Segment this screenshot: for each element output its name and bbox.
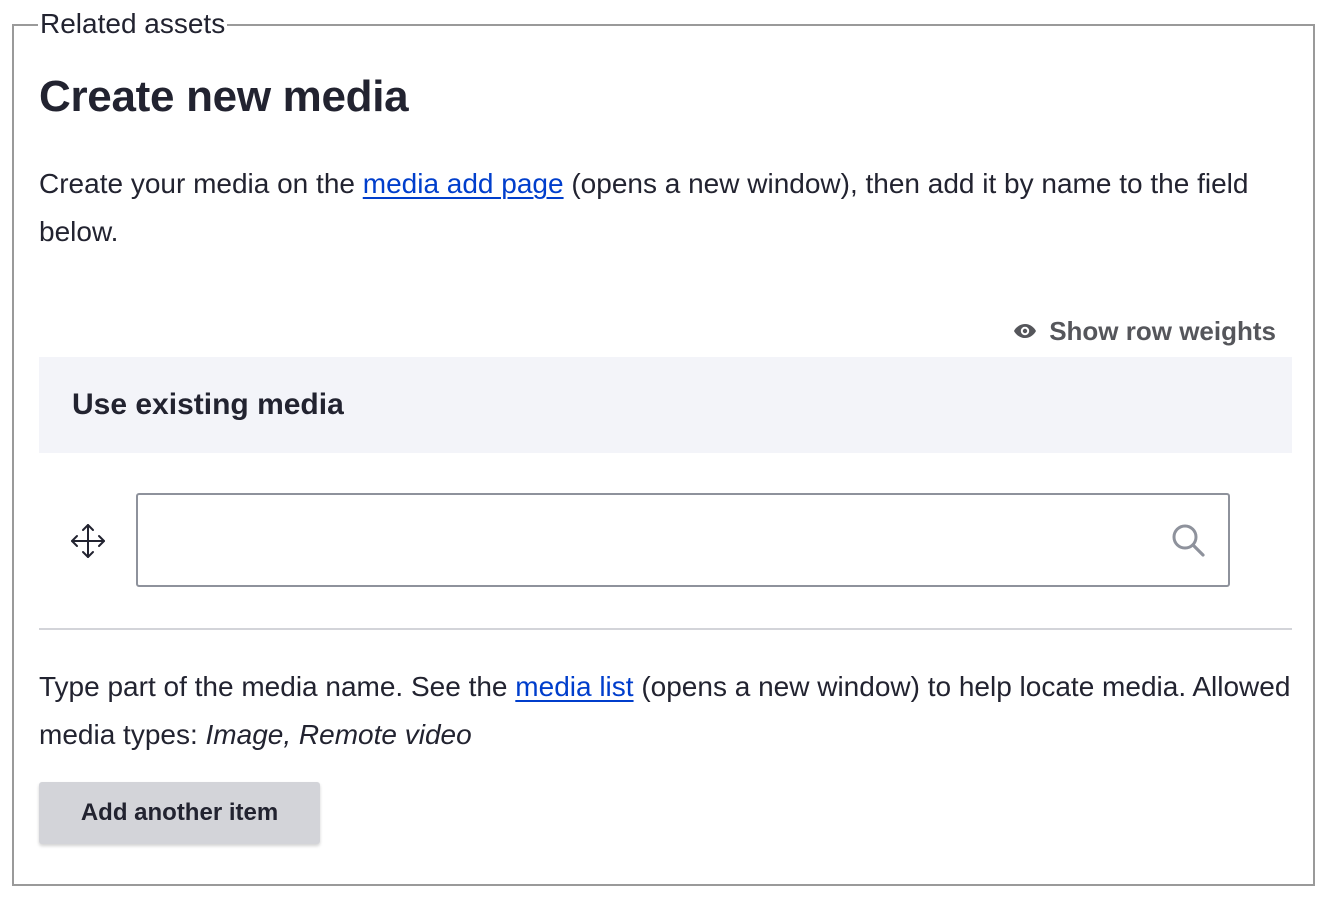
show-row-weights-button[interactable]: Show row weights (1013, 313, 1276, 349)
eye-icon (1014, 324, 1037, 338)
intro-text-before: Create your media on the (39, 168, 363, 199)
allowed-media-types: Image, Remote video (205, 719, 472, 750)
row-divider (39, 628, 1292, 630)
search-icon (1172, 524, 1205, 557)
fieldset-legend: Related assets (38, 7, 228, 41)
help-description: Type part of the media name. See the med… (39, 663, 1294, 759)
move-arrows-icon[interactable] (70, 523, 106, 559)
media-add-page-link[interactable]: media add page (363, 168, 564, 199)
media-list-link[interactable]: media list (515, 671, 633, 702)
add-another-item-button[interactable]: Add another item (39, 782, 320, 844)
table-header: Use existing media (39, 357, 1292, 453)
show-row-weights-label: Show row weights (1049, 316, 1276, 346)
media-search-input[interactable] (136, 493, 1230, 587)
table-header-label: Use existing media (72, 388, 344, 421)
help-text-before: Type part of the media name. See the (39, 671, 516, 702)
page-title: Create new media (39, 72, 409, 121)
intro-description: Create your media on the media add page … (39, 160, 1294, 256)
